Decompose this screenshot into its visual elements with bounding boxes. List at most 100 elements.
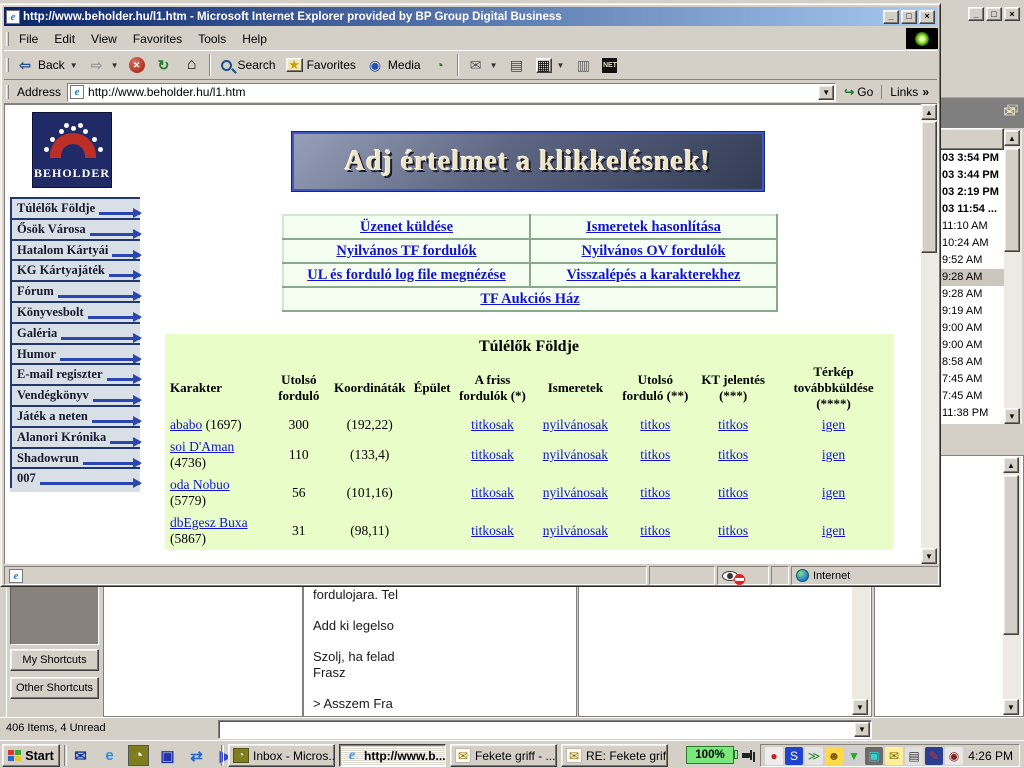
link-kt[interactable]: titkos [718, 447, 748, 462]
link-map[interactable]: igen [822, 485, 845, 500]
tray-envelope-icon[interactable]: ✉ [885, 747, 903, 765]
link-know[interactable]: nyilvánosak [543, 447, 608, 462]
mail-list-item[interactable]: 7:45 AM [939, 371, 1004, 388]
print-button[interactable]: ▤ [503, 53, 531, 77]
link-kt[interactable]: titkos [718, 523, 748, 538]
scroll-down-icon[interactable]: ▼ [1003, 699, 1019, 715]
floppy-icon[interactable]: ▣ [157, 745, 178, 766]
mail-list-item[interactable]: 9:00 AM [939, 337, 1004, 354]
person-icon[interactable]: ☻ [825, 747, 843, 765]
ie-titlebar[interactable]: e http://www.beholder.hu/l1.htm - Micros… [4, 7, 937, 26]
book-pen-icon[interactable]: ✎ [925, 747, 943, 765]
link-know[interactable]: nyilvánosak [543, 417, 608, 432]
character-link[interactable]: ababo [170, 417, 202, 432]
scroll-up-icon[interactable]: ▲ [1003, 457, 1019, 473]
outlook-minimize-button[interactable]: _ [968, 7, 984, 21]
quick-link-uzenet[interactable]: Üzenet küldése [360, 219, 453, 235]
taskbar-task-outlook[interactable]: ◔Inbox - Micros... [228, 744, 335, 767]
fan-icon[interactable]: ● [765, 747, 783, 765]
nav-item[interactable]: E-mail regiszter [10, 363, 140, 384]
link-map[interactable]: igen [822, 417, 845, 432]
mail-list-item[interactable]: 03 3:54 PM [939, 150, 1004, 167]
scroll-down-icon[interactable]: ▼ [852, 699, 868, 715]
favorites-button[interactable]: ★Favorites [281, 55, 361, 75]
upload-icon[interactable]: ▼ [845, 747, 863, 765]
link-kt[interactable]: titkos [718, 485, 748, 500]
privacy-panel[interactable] [717, 566, 769, 585]
link-know[interactable]: nyilvánosak [543, 485, 608, 500]
maximize-button[interactable]: □ [901, 10, 917, 24]
menu-file[interactable]: File [11, 30, 46, 48]
battery-indicator[interactable]: 100% [686, 746, 734, 764]
compose-mail-icon[interactable]: ✉ [70, 745, 91, 766]
search-button[interactable]: Search [214, 55, 281, 76]
magnifier-icon[interactable]: ◉ [945, 747, 963, 765]
nav-item[interactable]: Ősök Városa [10, 218, 140, 239]
link-last[interactable]: titkos [640, 523, 670, 538]
menu-favorites[interactable]: Favorites [125, 30, 190, 48]
taskbar-task-mail[interactable]: ✉RE: Fekete grif... [561, 744, 668, 767]
scrollbar-thumb[interactable] [1004, 148, 1020, 252]
link-last[interactable]: titkos [640, 417, 670, 432]
link-map[interactable]: igen [822, 447, 845, 462]
mail-list-scrollbar[interactable]: ▲ ▼ [1004, 130, 1022, 424]
link-kt[interactable]: titkos [718, 417, 748, 432]
forward-button[interactable]: ⇨▼ [83, 53, 124, 77]
toolbar-grip[interactable] [6, 32, 9, 46]
back-button[interactable]: ⇦Back▼ [11, 53, 83, 77]
character-link[interactable]: soi D'Aman [170, 439, 234, 454]
s-app-icon[interactable]: S [785, 747, 803, 765]
mail-dropdown-icon[interactable]: ▼ [490, 61, 498, 70]
character-link[interactable]: oda Nobuo [170, 477, 230, 492]
mail-list-item[interactable]: 9:52 AM [939, 252, 1004, 269]
quick-link-ismeretek[interactable]: Ismeretek hasonlítása [586, 219, 721, 235]
nav-item[interactable]: Alanori Krónika [10, 426, 140, 447]
scroll-down-icon[interactable]: ▼ [921, 548, 937, 564]
nav-item[interactable]: Humor [10, 343, 140, 364]
sync-icon[interactable]: ⇄ [186, 745, 207, 766]
other-shortcuts-button[interactable]: Other Shortcuts [10, 677, 99, 699]
reading-pane-right-scrollbar[interactable]: ▲ ▼ [1003, 457, 1021, 715]
nav-item[interactable]: Játék a neten [10, 405, 140, 426]
address-dropdown-icon[interactable]: ▼ [818, 85, 834, 100]
taskbar-task-mail[interactable]: ✉Fekete griff - ... [450, 744, 557, 767]
quick-link-ov-fordulok[interactable]: Nyilvános OV fordulók [582, 243, 726, 259]
ad-banner[interactable]: Adj értelmet a klikkelésnek! [292, 132, 764, 191]
quick-link-ul-log[interactable]: UL és forduló log file megnézése [307, 267, 506, 283]
mail-list-item[interactable]: 7:45 AM [939, 388, 1004, 405]
discuss-button[interactable]: ▥ [569, 53, 597, 77]
scroll-up-icon[interactable]: ▲ [921, 104, 937, 120]
outlook-icon[interactable]: ◔ [128, 745, 149, 766]
dropdown-arrow-icon[interactable]: ▼ [854, 722, 870, 737]
character-link[interactable]: dbEgesz Buxa [170, 515, 248, 530]
my-shortcuts-button[interactable]: My Shortcuts [10, 649, 99, 671]
arrows-icon[interactable]: ≫ [805, 747, 823, 765]
mail-list-item[interactable]: 9:28 AM [939, 286, 1004, 303]
outlook-close-button[interactable]: × [1004, 7, 1020, 21]
address-input[interactable] [88, 85, 814, 99]
toolbar-grip[interactable] [6, 85, 9, 99]
start-button[interactable]: Start [2, 744, 60, 767]
edit-dropdown-icon[interactable]: ▼ [557, 61, 565, 70]
close-button[interactable]: × [919, 10, 935, 24]
links-toolbar[interactable]: Links» [881, 85, 937, 99]
link-fresh[interactable]: titkosak [471, 485, 514, 500]
printer-icon[interactable]: ▤ [905, 747, 923, 765]
scroll-down-icon[interactable]: ▼ [1004, 408, 1020, 424]
minimize-button[interactable]: _ [883, 10, 899, 24]
history-button[interactable]: ◔ [426, 53, 454, 77]
nav-item[interactable]: Könyvesbolt [10, 301, 140, 322]
edit-button[interactable]: ▦▼ [531, 55, 570, 76]
scroll-up-icon[interactable]: ▲ [1004, 130, 1020, 146]
outlook-restore-button[interactable]: □ [986, 7, 1002, 21]
quick-link-aukcio[interactable]: TF Aukciós Ház [480, 291, 579, 307]
quick-link-visszalepes[interactable]: Visszalépés a karakterekhez [567, 267, 741, 283]
quick-link-tf-fordulok[interactable]: Nyilvános TF fordulók [336, 243, 476, 259]
mail-list-item[interactable]: 8:58 AM [939, 354, 1004, 371]
mail-list-column-header[interactable] [938, 128, 1004, 150]
status-field[interactable]: ▼ [218, 720, 872, 739]
nav-item[interactable]: 007 [10, 467, 140, 488]
nav-item[interactable]: Hatalom Kártyái [10, 239, 140, 260]
mail-button[interactable]: ✉▼ [462, 53, 503, 77]
menu-edit[interactable]: Edit [46, 30, 83, 48]
